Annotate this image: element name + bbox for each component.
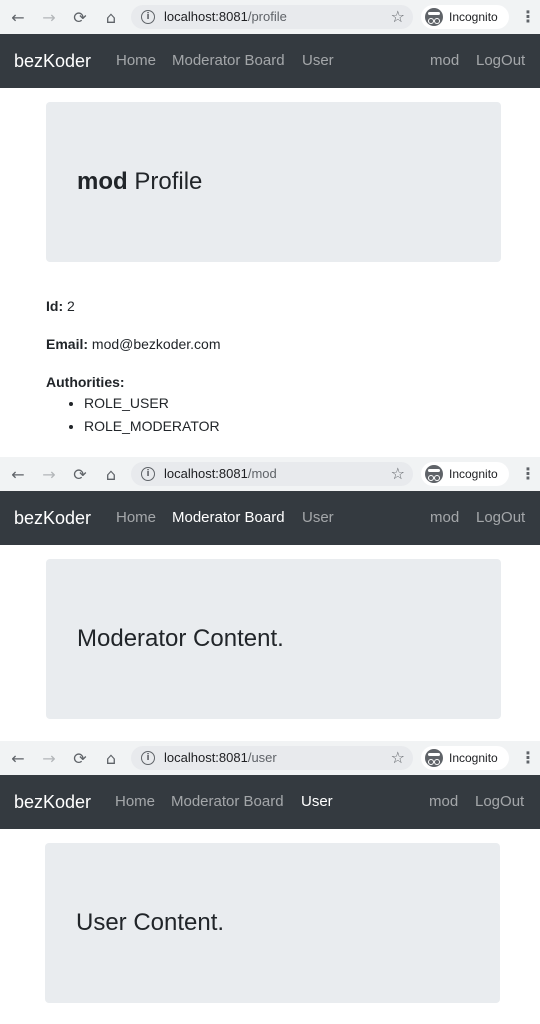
nav-home[interactable]: Home (116, 34, 156, 88)
url-text[interactable]: localhost:8081/user (164, 746, 277, 770)
nav-home[interactable]: Home (115, 775, 155, 829)
screenshot-mod: ← → ⟳ ⌂ i localhost:8081/mod ☆ Incognito… (0, 457, 540, 741)
url-path: /mod (247, 466, 277, 481)
url-text[interactable]: localhost:8081/profile (164, 5, 287, 29)
star-icon[interactable]: ☆ (391, 746, 405, 770)
menu-icon[interactable]: ⋮ (519, 0, 537, 34)
address-bar[interactable]: i localhost:8081/mod ☆ (131, 462, 413, 486)
forward-icon[interactable]: → (37, 741, 61, 775)
list-item: ROLE_USER (84, 392, 220, 415)
screenshot-profile: ← → ⟳ ⌂ i localhost:8081/profile ☆ Incog… (0, 0, 540, 457)
incognito-badge[interactable]: Incognito (421, 746, 509, 770)
browser-toolbar: ← → ⟳ ⌂ i localhost:8081/profile ☆ Incog… (0, 0, 540, 35)
url-host: localhost:8081 (164, 750, 248, 765)
screenshot-user: ← → ⟳ ⌂ i localhost:8081/user ☆ Incognit… (0, 741, 540, 1024)
email-label: Email: (46, 336, 89, 352)
app-navbar: bezKoder Home Moderator Board User mod L… (0, 775, 540, 829)
app-navbar: bezKoder Home Moderator Board User mod L… (0, 34, 540, 88)
incognito-icon (425, 749, 443, 767)
back-icon[interactable]: ← (6, 457, 30, 491)
incognito-icon (425, 8, 443, 26)
address-bar[interactable]: i localhost:8081/user ☆ (131, 746, 413, 770)
nav-user[interactable]: User (302, 34, 334, 88)
authorities-label: Authorities: (46, 374, 125, 390)
app-navbar: bezKoder Home Moderator Board User mod L… (0, 491, 540, 545)
home-icon[interactable]: ⌂ (99, 0, 123, 34)
info-icon[interactable]: i (141, 467, 155, 481)
incognito-icon (425, 465, 443, 483)
page-title: mod Profile (77, 102, 202, 262)
info-icon[interactable]: i (141, 10, 155, 24)
nav-home[interactable]: Home (116, 491, 156, 545)
nav-username[interactable]: mod (430, 34, 459, 88)
incognito-label: Incognito (449, 10, 498, 24)
back-icon[interactable]: ← (6, 0, 30, 34)
address-bar[interactable]: i localhost:8081/profile ☆ (131, 5, 413, 29)
home-icon[interactable]: ⌂ (99, 457, 123, 491)
nav-user[interactable]: User (302, 491, 334, 545)
forward-icon[interactable]: → (37, 457, 61, 491)
nav-user[interactable]: User (301, 775, 333, 829)
star-icon[interactable]: ☆ (391, 5, 405, 29)
page-title: Moderator Content. (77, 625, 284, 652)
menu-icon[interactable]: ⋮ (519, 457, 537, 491)
jumbotron: User Content. (45, 843, 500, 1003)
jumbotron: mod Profile (46, 102, 501, 262)
authorities-heading: Authorities: (46, 374, 125, 390)
incognito-label: Incognito (449, 467, 498, 481)
star-icon[interactable]: ☆ (391, 462, 405, 486)
list-item: ROLE_MODERATOR (84, 415, 220, 438)
nav-logout[interactable]: LogOut (476, 491, 525, 545)
nav-logout[interactable]: LogOut (475, 775, 524, 829)
profile-id: Id: 2 (46, 298, 75, 314)
profile-heading: Profile (127, 168, 203, 195)
back-icon[interactable]: ← (6, 741, 30, 775)
page-title: User Content. (76, 909, 225, 936)
browser-toolbar: ← → ⟳ ⌂ i localhost:8081/user ☆ Incognit… (0, 741, 540, 776)
incognito-badge[interactable]: Incognito (421, 462, 509, 486)
brand-link[interactable]: bezKoder (14, 34, 91, 88)
nav-moderator-board[interactable]: Moderator Board (172, 34, 285, 88)
url-host: localhost:8081 (164, 466, 248, 481)
brand-link[interactable]: bezKoder (14, 775, 91, 829)
id-value: 2 (63, 298, 75, 314)
forward-icon[interactable]: → (37, 0, 61, 34)
menu-icon[interactable]: ⋮ (519, 741, 537, 775)
url-text[interactable]: localhost:8081/mod (164, 462, 277, 486)
nav-moderator-board[interactable]: Moderator Board (171, 775, 284, 829)
browser-toolbar: ← → ⟳ ⌂ i localhost:8081/mod ☆ Incognito… (0, 457, 540, 492)
nav-username[interactable]: mod (429, 775, 458, 829)
home-icon[interactable]: ⌂ (99, 741, 123, 775)
email-value: mod@bezkoder.com (88, 336, 221, 352)
url-host: localhost:8081 (164, 9, 248, 24)
jumbotron: Moderator Content. (46, 559, 501, 719)
reload-icon[interactable]: ⟳ (68, 741, 92, 775)
authorities-list: ROLE_USER ROLE_MODERATOR (46, 392, 220, 438)
nav-logout[interactable]: LogOut (476, 34, 525, 88)
nav-moderator-board[interactable]: Moderator Board (172, 491, 285, 545)
incognito-label: Incognito (449, 751, 498, 765)
reload-icon[interactable]: ⟳ (68, 457, 92, 491)
profile-email: Email: mod@bezkoder.com (46, 336, 221, 352)
info-icon[interactable]: i (141, 751, 155, 765)
id-label: Id: (46, 298, 64, 314)
nav-username[interactable]: mod (430, 491, 459, 545)
url-path: /user (247, 750, 277, 765)
reload-icon[interactable]: ⟳ (68, 0, 92, 34)
incognito-badge[interactable]: Incognito (421, 5, 509, 29)
url-path: /profile (247, 9, 287, 24)
brand-link[interactable]: bezKoder (14, 491, 91, 545)
username-heading: mod (77, 168, 128, 195)
